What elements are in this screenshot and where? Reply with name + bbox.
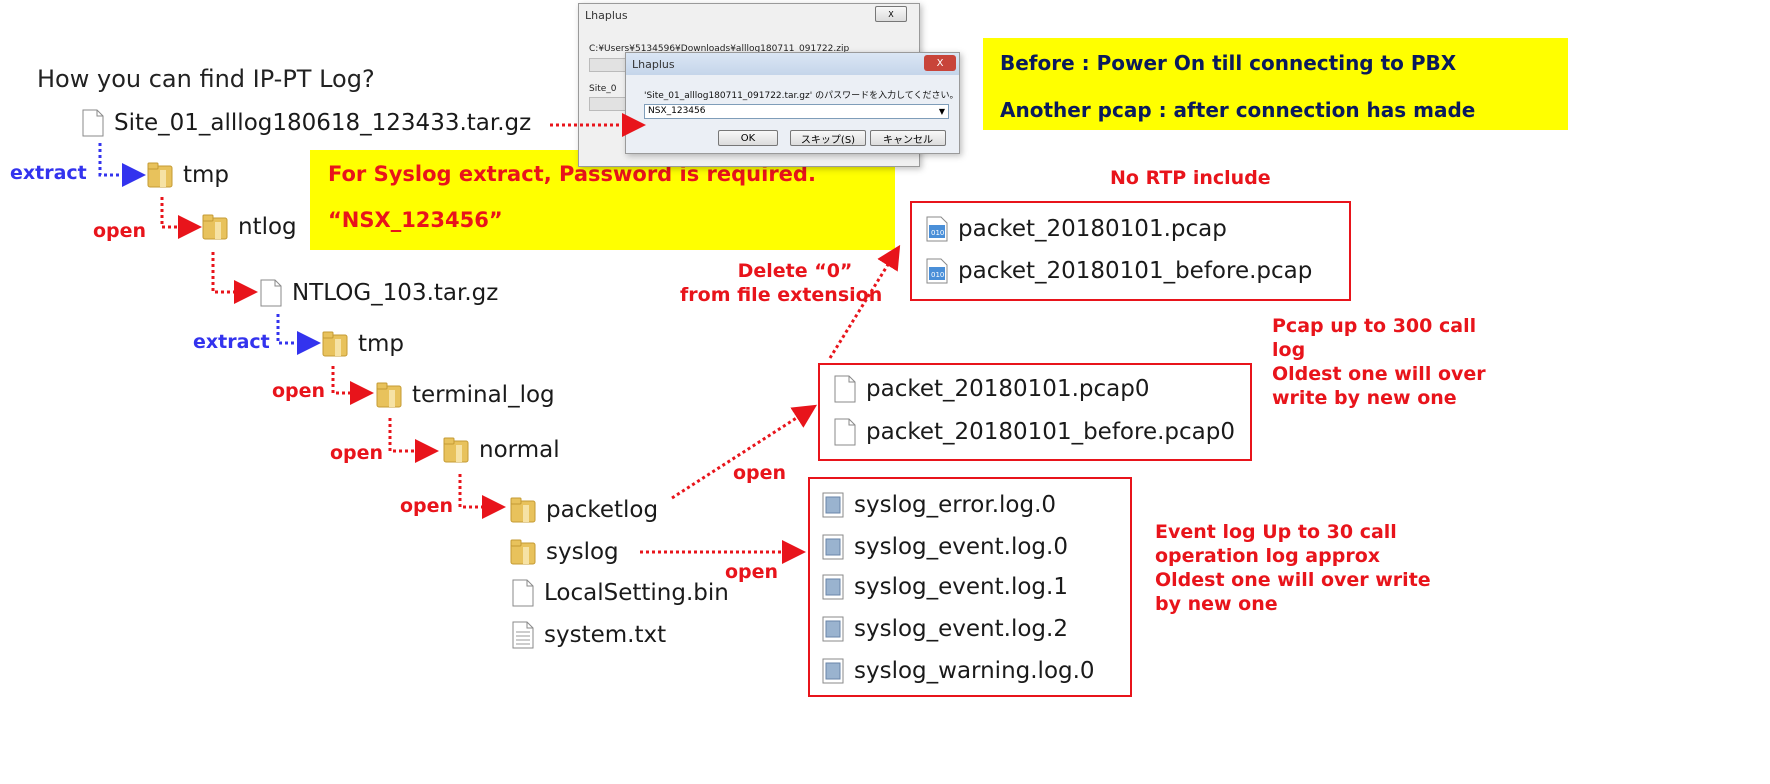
open-arrow bbox=[160, 197, 202, 239]
connector-arrows bbox=[98, 113, 901, 564]
extract-arrow bbox=[276, 314, 321, 355]
extract-arrow bbox=[98, 143, 146, 187]
rename-arrow bbox=[828, 244, 901, 359]
packet-arrow bbox=[671, 404, 818, 500]
open-arrow bbox=[388, 418, 439, 463]
open-arrow bbox=[331, 366, 374, 405]
open-arrow bbox=[458, 474, 506, 519]
open-arrow bbox=[211, 252, 258, 304]
